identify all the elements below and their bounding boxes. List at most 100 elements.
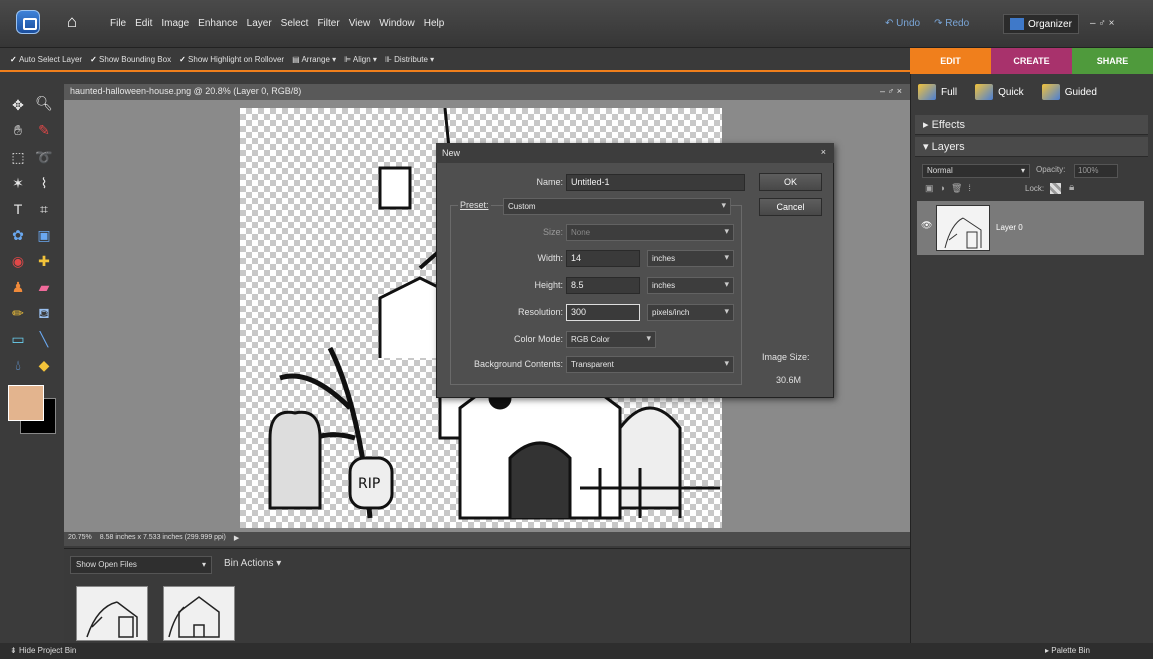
- dialog-title: New: [442, 148, 461, 158]
- app-window-controls[interactable]: – ♂ ×: [1090, 18, 1114, 29]
- menu-enhance[interactable]: Enhance: [198, 18, 237, 29]
- ok-button[interactable]: OK: [759, 173, 822, 191]
- menu-layer[interactable]: Layer: [247, 18, 272, 29]
- hide-project-bin-button[interactable]: ⇟ Hide Project Bin: [10, 646, 76, 655]
- blur-tool-icon[interactable]: 💧︎: [9, 356, 27, 374]
- eraser-tool-icon[interactable]: ▰: [35, 278, 53, 296]
- lock-all-icon[interactable]: 🔒︎: [1069, 182, 1074, 193]
- red-eye-tool-icon[interactable]: ◉: [9, 252, 27, 270]
- menu-window[interactable]: Window: [379, 18, 415, 29]
- opacity-field[interactable]: 100%: [1074, 164, 1118, 178]
- show-highlight-checkbox[interactable]: ✓ Show Highlight on Rollover: [179, 55, 284, 64]
- eyedropper-tool-icon[interactable]: ✎: [35, 121, 53, 139]
- align-dropdown[interactable]: ⊫ Align ▾: [344, 55, 377, 64]
- home-icon[interactable]: ⌂: [58, 10, 86, 34]
- menu-filter[interactable]: Filter: [317, 18, 339, 29]
- name-field[interactable]: Untitled-1: [566, 174, 745, 191]
- quick-edit-icon: [975, 84, 994, 100]
- layer-action-icons[interactable]: ▣◑🗑︎⁞: [925, 183, 977, 194]
- menu-image[interactable]: Image: [161, 18, 189, 29]
- undo-label: Undo: [896, 18, 921, 29]
- lasso-tool-icon[interactable]: ➰: [35, 148, 53, 166]
- quick-edit-button[interactable]: Quick: [975, 84, 1024, 100]
- auto-select-checkbox[interactable]: ✓ Auto Select Layer: [10, 55, 82, 64]
- zoom-tool-icon[interactable]: 🔍︎: [35, 94, 53, 112]
- undo-button[interactable]: ↶ Undo: [885, 18, 920, 29]
- menu-help[interactable]: Help: [424, 18, 445, 29]
- quick-selection-tool-icon[interactable]: ⌇: [35, 174, 53, 192]
- tab-share[interactable]: SHARE: [1072, 48, 1153, 74]
- foreground-color-swatch[interactable]: [8, 385, 44, 421]
- arrange-dropdown[interactable]: ▤ Arrange ▾: [292, 55, 336, 64]
- visibility-eye-icon[interactable]: 👁︎: [921, 220, 932, 231]
- guided-edit-button[interactable]: Guided: [1041, 84, 1097, 100]
- guided-edit-icon: [1041, 84, 1060, 100]
- straighten-tool-icon[interactable]: ▣: [35, 226, 53, 244]
- tab-edit[interactable]: EDIT: [910, 48, 991, 74]
- lock-transparency-icon[interactable]: [1050, 183, 1061, 194]
- show-open-files-label: Show Open Files: [76, 560, 137, 569]
- resolution-field[interactable]: 300: [566, 304, 640, 321]
- color-mode-select[interactable]: RGB Color: [566, 331, 656, 348]
- menu-select[interactable]: Select: [281, 18, 309, 29]
- document-size-info: 8.58 inches x 7.533 inches (299.999 ppi): [99, 534, 226, 541]
- background-contents-select[interactable]: Transparent: [566, 356, 734, 373]
- organizer-button[interactable]: Organizer: [1003, 14, 1079, 34]
- sponge-tool-icon[interactable]: ◆: [35, 356, 53, 374]
- blend-mode-value: Normal: [927, 166, 953, 175]
- bottom-bar: ⇟ Hide Project Bin ▸ Palette Bin: [0, 643, 1153, 659]
- menu-edit[interactable]: Edit: [135, 18, 152, 29]
- marquee-tool-icon[interactable]: ⬚: [9, 148, 27, 166]
- edit-mode-buttons: Full Quick Guided: [918, 84, 1097, 100]
- spot-healing-tool-icon[interactable]: ✚: [35, 252, 53, 270]
- close-icon[interactable]: ×: [821, 147, 826, 157]
- distribute-dropdown[interactable]: ⊪ Distribute ▾: [385, 55, 434, 64]
- height-field[interactable]: 8.5: [566, 277, 640, 294]
- image-size-value: 30.6M: [776, 375, 802, 385]
- hand-tool-icon[interactable]: ✋︎: [9, 121, 27, 139]
- status-bar: 20.75% 8.58 inches x 7.533 inches (299.9…: [64, 532, 910, 546]
- brush-tool-icon[interactable]: ✏: [9, 304, 27, 322]
- height-unit-select[interactable]: inches: [647, 277, 734, 294]
- layer-name[interactable]: Layer 0: [996, 223, 1023, 232]
- line-tool-icon[interactable]: ╲: [35, 330, 53, 348]
- app-logo-icon[interactable]: [16, 10, 40, 34]
- show-highlight-label: Show Highlight on Rollover: [188, 54, 285, 64]
- crop-tool-icon[interactable]: ⌗: [35, 200, 53, 218]
- zoom-readout[interactable]: 20.75%: [68, 534, 92, 544]
- bin-actions-menu[interactable]: Bin Actions ▾: [224, 558, 281, 569]
- resolution-unit-select[interactable]: pixels/inch: [647, 304, 734, 321]
- type-tool-icon[interactable]: T: [9, 200, 27, 218]
- clone-stamp-tool-icon[interactable]: ♟: [9, 278, 27, 296]
- bin-thumbnail[interactable]: [76, 586, 148, 641]
- menu-file[interactable]: File: [110, 18, 126, 29]
- preset-select[interactable]: Custom: [503, 198, 731, 215]
- paint-bucket-tool-icon[interactable]: ⛾: [35, 304, 53, 322]
- blend-mode-select[interactable]: Normal ▾: [922, 164, 1030, 178]
- width-unit-select[interactable]: inches: [647, 250, 734, 267]
- status-arrow-icon[interactable]: ▶: [234, 534, 239, 544]
- hide-project-bin-label: Hide Project Bin: [18, 646, 77, 655]
- gradient-tool-icon[interactable]: ▭: [9, 330, 27, 348]
- effects-panel-header[interactable]: ▸ Effects: [915, 115, 1148, 135]
- menu-view[interactable]: View: [349, 18, 371, 29]
- show-bbox-checkbox[interactable]: ✓ Show Bounding Box: [90, 55, 171, 64]
- width-field[interactable]: 14: [566, 250, 640, 267]
- move-tool-icon[interactable]: ✥: [9, 96, 27, 114]
- redo-icon: ↷: [934, 18, 946, 29]
- distribute-icon: ⊪: [384, 54, 395, 64]
- show-open-files-select[interactable]: Show Open Files ▾: [70, 556, 212, 574]
- cookie-cutter-tool-icon[interactable]: ✿: [9, 226, 27, 244]
- palette-bin-button[interactable]: ▸ Palette Bin: [1045, 646, 1090, 655]
- auto-select-label: Auto Select Layer: [18, 54, 83, 64]
- bin-thumbnail[interactable]: [163, 586, 235, 641]
- full-edit-button[interactable]: Full: [918, 84, 957, 100]
- bin-actions-label: Bin Actions: [224, 558, 274, 569]
- magic-wand-tool-icon[interactable]: ✶: [9, 174, 27, 192]
- document-window-controls[interactable]: – ♂ ×: [880, 86, 902, 96]
- layers-panel-header[interactable]: ▾ Layers: [915, 137, 1148, 157]
- cancel-button[interactable]: Cancel: [759, 198, 822, 216]
- tab-create[interactable]: CREATE: [991, 48, 1072, 74]
- redo-button[interactable]: ↷ Redo: [934, 18, 969, 29]
- size-select[interactable]: None: [566, 224, 734, 241]
